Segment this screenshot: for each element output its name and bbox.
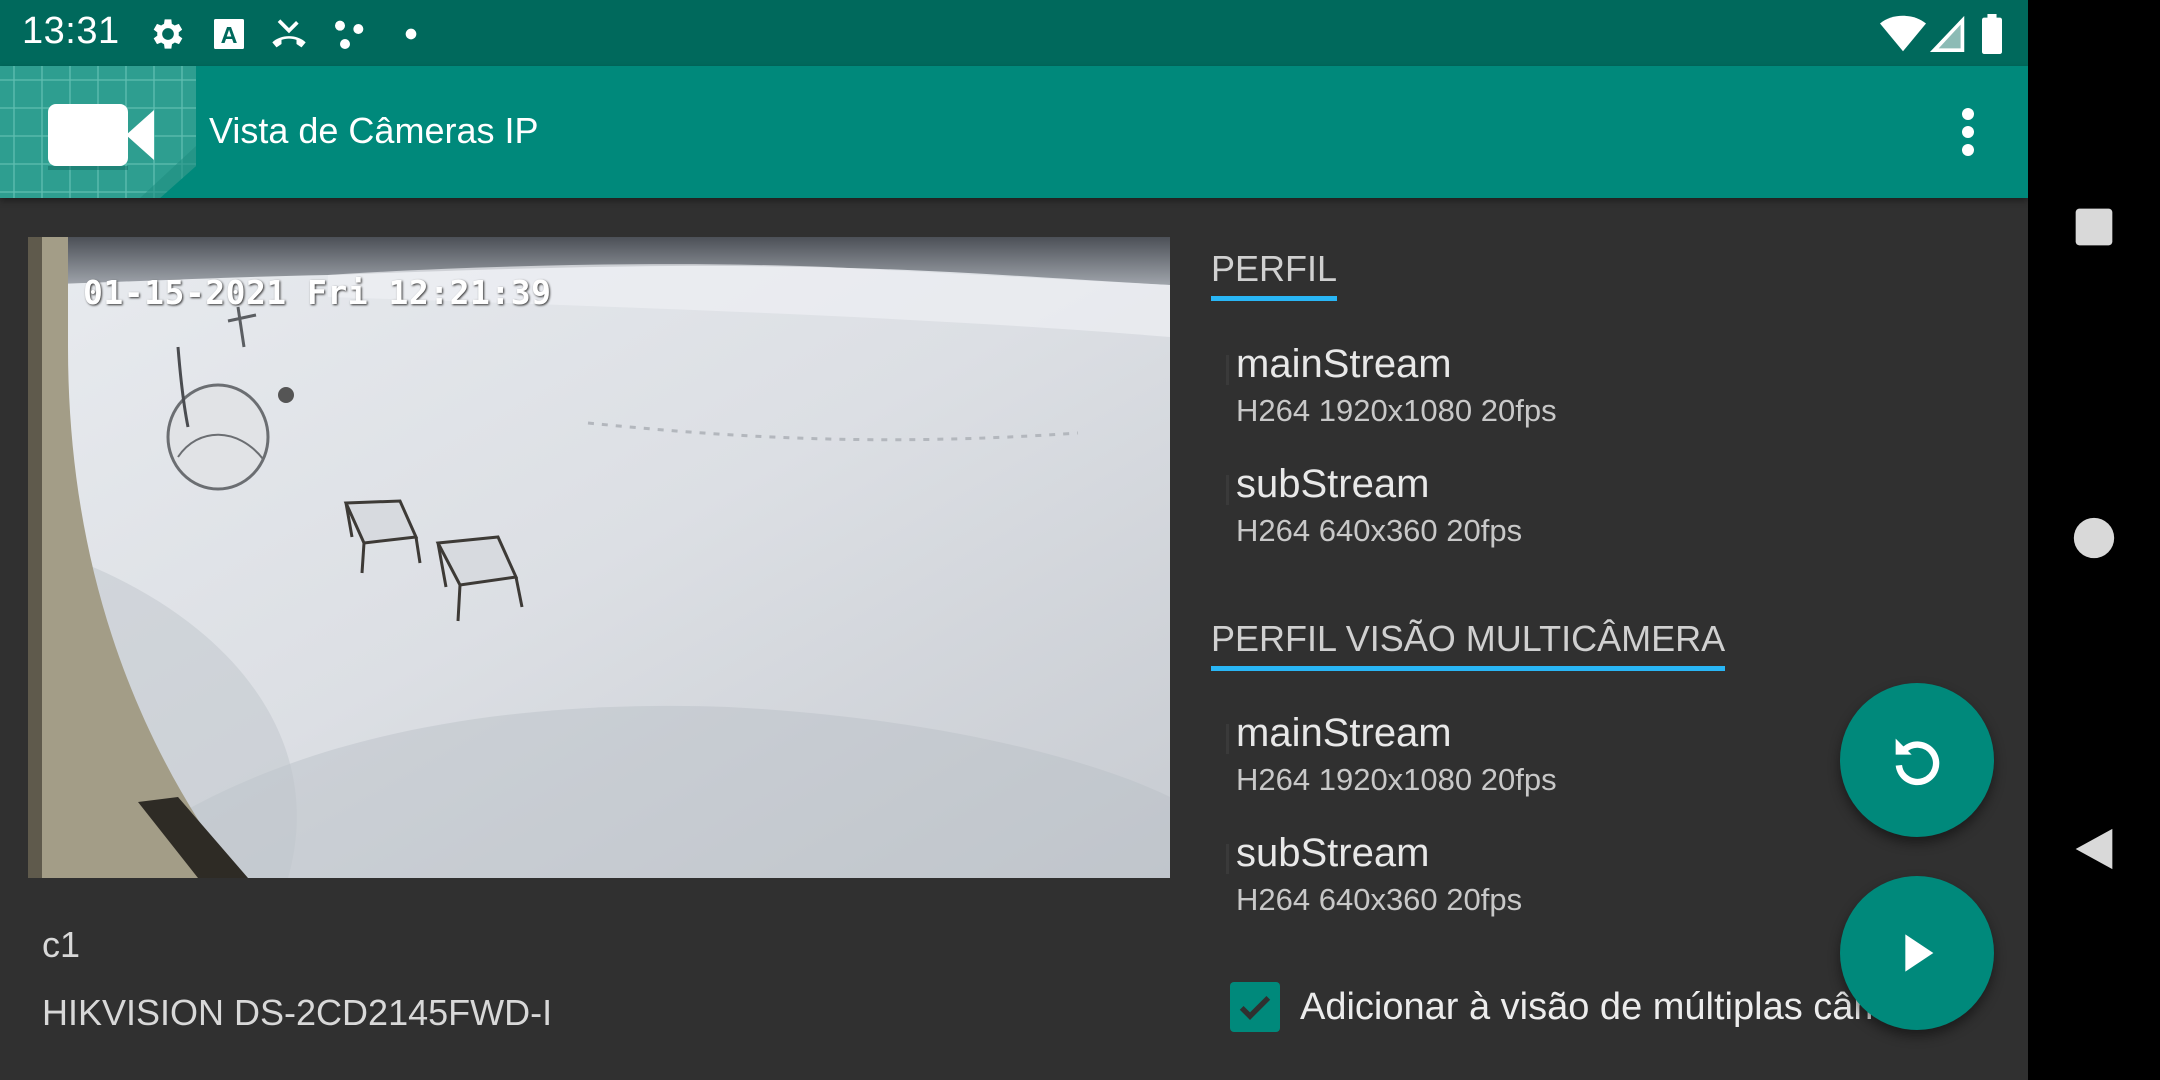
stream-name: subStream (1236, 462, 1430, 506)
recents-button[interactable] (2064, 197, 2124, 257)
app-screen: 13:31 A Vista de Câmeras IP 01-15-2021 F… (0, 0, 2028, 1080)
home-button[interactable] (2064, 508, 2124, 568)
stream-name: mainStream (1236, 711, 1452, 755)
settings-icon (153, 19, 183, 49)
check-icon (1239, 995, 1271, 1020)
status-bar: 13:31 A (0, 0, 2028, 66)
profile-header: PERFIL (1211, 248, 1338, 301)
app-title: Vista de Câmeras IP (209, 110, 539, 151)
a-box-icon: A (214, 19, 244, 49)
stream-detail: H264 1920x1080 20fps (1236, 762, 1557, 797)
stream-radio-indicator (1226, 475, 1229, 505)
play-button[interactable] (1840, 876, 1994, 1030)
more-vert-icon[interactable] (1944, 102, 1992, 162)
play-icon (1905, 934, 1934, 972)
square-icon (2075, 208, 2113, 246)
wifi-icon (1880, 15, 1926, 52)
svg-text:A: A (221, 22, 238, 48)
stream-radio-indicator (1226, 355, 1229, 385)
stream-detail: H264 1920x1080 20fps (1236, 393, 1557, 428)
back-triangle-icon (2075, 828, 2113, 870)
multi-camera-checkbox[interactable] (1230, 982, 1280, 1032)
stream-name: mainStream (1236, 342, 1452, 386)
refresh-icon (1895, 738, 1940, 786)
camera-name: c1 (42, 924, 81, 965)
camera-snapshot-image (28, 237, 1170, 878)
camera-timestamp: 01-15-2021 Fri 12:21:39 (83, 273, 552, 312)
stream-radio-indicator (1226, 844, 1229, 874)
signal-icon (1930, 16, 1965, 52)
video-camera-icon (0, 66, 196, 198)
multi-profile-stream-sub[interactable]: subStream H264 640x360 20fps (1226, 830, 1523, 920)
battery-icon (1982, 14, 2002, 54)
dots-icon (335, 20, 364, 49)
stream-name: subStream (1236, 831, 1430, 875)
back-button[interactable] (2064, 819, 2124, 879)
multi-profile-header: PERFIL VISÃO MULTICÂMERA (1211, 618, 1726, 671)
profile-stream-main[interactable]: mainStream H264 1920x1080 20fps (1226, 341, 1557, 431)
app-bar: Vista de Câmeras IP (0, 66, 2028, 198)
stream-radio-indicator (1226, 724, 1229, 754)
profile-stream-sub[interactable]: subStream H264 640x360 20fps (1226, 461, 1523, 551)
camera-model: HIKVISION DS-2CD2145FWD-I (42, 992, 553, 1033)
missed-call-icon (272, 19, 306, 48)
circle-icon (2073, 517, 2115, 559)
stream-detail: H264 640x360 20fps (1236, 513, 1523, 548)
multi-profile-stream-main[interactable]: mainStream H264 1920x1080 20fps (1226, 710, 1557, 800)
navigation-bar (2028, 0, 2160, 1080)
status-time: 13:31 (22, 10, 120, 52)
camera-preview[interactable]: 01-15-2021 Fri 12:21:39 (28, 237, 1170, 878)
refresh-button[interactable] (1840, 683, 1994, 837)
dot-icon (405, 28, 417, 40)
stream-detail: H264 640x360 20fps (1236, 882, 1523, 917)
